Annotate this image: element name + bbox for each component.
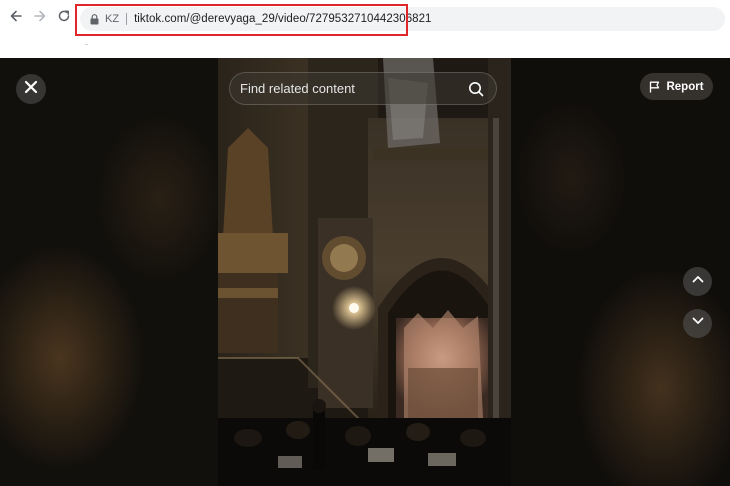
video-viewer: Report	[0, 58, 730, 486]
report-label: Report	[666, 80, 704, 93]
url-text[interactable]: tiktok.com/@derevyaga_29/video/727953271…	[134, 13, 431, 25]
video-player[interactable]	[218, 58, 511, 486]
search-input[interactable]	[240, 81, 467, 96]
flag-icon	[649, 81, 661, 93]
reload-icon	[57, 9, 71, 28]
video-frame-image	[218, 58, 511, 486]
address-bar[interactable]: KZ tiktok.com/@derevyaga_29/video/727953…	[80, 7, 725, 31]
address-divider	[126, 13, 128, 25]
close-button[interactable]	[16, 74, 46, 104]
search-bar[interactable]	[229, 72, 497, 105]
browser-toolbar: KZ tiktok.com/@derevyaga_29/video/727953…	[0, 0, 730, 58]
next-video-button[interactable]	[683, 309, 712, 338]
toolbar-mark	[85, 44, 88, 45]
chevron-up-icon	[691, 272, 705, 291]
back-button[interactable]	[6, 8, 26, 28]
reload-button[interactable]	[54, 8, 74, 28]
chevron-down-icon	[691, 314, 705, 333]
arrow-right-icon	[33, 9, 47, 28]
browser-toolbar-bottom	[0, 38, 730, 58]
region-label: KZ	[105, 13, 120, 25]
close-icon	[24, 80, 38, 99]
arrow-left-icon	[9, 9, 23, 28]
blurred-background-left	[0, 58, 218, 486]
search-icon[interactable]	[467, 80, 485, 98]
lock-icon[interactable]	[89, 13, 99, 25]
previous-video-button[interactable]	[683, 267, 712, 296]
forward-button[interactable]	[30, 8, 50, 28]
report-button[interactable]: Report	[640, 73, 713, 100]
